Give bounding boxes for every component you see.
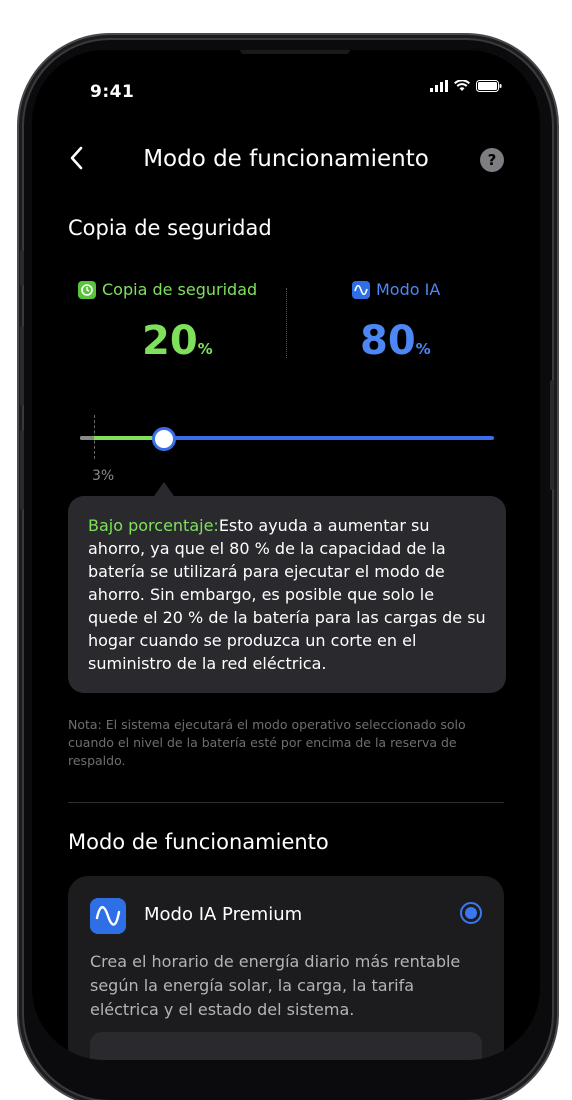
status-time: 9:41 bbox=[90, 82, 135, 102]
page-title: Modo de funcionamiento bbox=[143, 146, 429, 172]
ai-premium-icon bbox=[90, 898, 126, 934]
volume-up-button bbox=[20, 326, 24, 406]
backup-label-text: Copia de seguridad bbox=[102, 280, 258, 299]
backup-icon bbox=[78, 280, 96, 299]
signal-icon bbox=[430, 80, 448, 92]
mode-card-description: Crea el horario de energía diario más re… bbox=[90, 952, 461, 1019]
wifi-icon bbox=[454, 80, 470, 91]
ai-value: 80 bbox=[360, 318, 416, 364]
mode-card-ai-premium[interactable]: Modo IA Premium Crea el horario de energ… bbox=[68, 876, 504, 1060]
ai-percent-sign: % bbox=[415, 340, 431, 358]
battery-icon bbox=[476, 80, 502, 92]
backup-section-title: Copia de seguridad bbox=[68, 216, 272, 240]
slider-track-min bbox=[80, 436, 94, 440]
note-text: Nota: El sistema ejecutará el modo opera… bbox=[68, 717, 466, 768]
backup-label: Copia de seguridad bbox=[78, 280, 257, 299]
tooltip-arrow bbox=[154, 482, 174, 496]
notch bbox=[240, 50, 350, 54]
backup-percent-sign: % bbox=[197, 340, 213, 358]
tooltip-text: Esto ayuda a aumentar su ahorro, ya que … bbox=[88, 516, 486, 673]
mode-section-title: Modo de funcionamiento bbox=[68, 830, 329, 854]
backup-value: 20 bbox=[142, 318, 198, 364]
help-icon[interactable]: ? bbox=[480, 148, 504, 172]
slider-min-label: 3% bbox=[92, 468, 115, 484]
ai-percent: 80% bbox=[360, 318, 431, 364]
side-button bbox=[20, 250, 24, 286]
status-icons bbox=[430, 80, 502, 92]
slider-thumb[interactable] bbox=[152, 427, 176, 451]
mode-radio-selected[interactable] bbox=[460, 902, 482, 924]
slider-track-ai[interactable] bbox=[164, 436, 494, 440]
ai-label: Modo IA bbox=[352, 280, 440, 299]
section-divider bbox=[68, 802, 504, 803]
tooltip-highlight: Bajo porcentaje: bbox=[88, 516, 219, 535]
ai-mode-icon bbox=[352, 280, 370, 299]
backup-percent: 20% bbox=[142, 318, 213, 364]
ai-label-text: Modo IA bbox=[376, 280, 441, 299]
value-divider bbox=[286, 288, 287, 358]
mode-card-inner-panel bbox=[90, 1032, 482, 1060]
mode-card-title: Modo IA Premium bbox=[144, 904, 303, 925]
screen: 9:41 Modo de funcionamiento ? Copia de s… bbox=[32, 50, 540, 1060]
volume-down-button bbox=[20, 430, 24, 510]
tooltip: Bajo porcentaje:Esto ayuda a aumentar su… bbox=[68, 496, 506, 693]
power-button bbox=[550, 380, 554, 490]
